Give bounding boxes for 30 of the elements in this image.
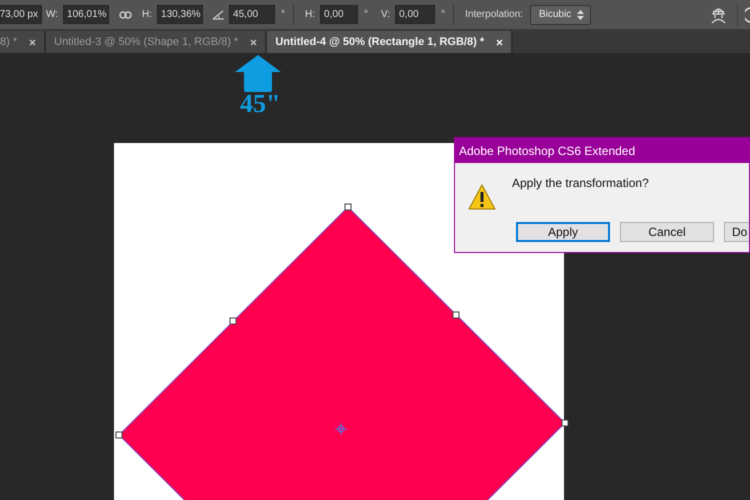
dialog-button[interactable]: Do [724,222,749,242]
height-label: H: [142,9,152,20]
dialog-message: Apply the transformation? [512,176,649,190]
degree-unit: ° [441,9,446,20]
link-icon[interactable] [119,10,132,18]
vertical-skew-label: V: [381,9,390,20]
close-icon[interactable] [29,38,36,46]
width-label: W: [46,9,58,20]
degree-unit: ° [281,9,286,20]
angle-field[interactable]: 45,00 [229,5,276,24]
horizontal-skew-label: H: [305,9,316,20]
horizontal-skew-field[interactable]: 0,00 [320,5,358,24]
vertical-skew-field[interactable]: 0,00 [395,5,436,24]
interpolation-dropdown[interactable]: Bicubic [530,4,591,24]
angle-annotation: 45" [240,89,280,119]
warning-icon [468,184,496,210]
dialog-button[interactable]: Apply [516,222,610,242]
interpolation-label: Interpolation: [465,9,523,20]
document-tab[interactable]: Untitled-4 @ 50% (Rectangle 1, RGB/8) * [267,31,514,53]
x-field[interactable]: 73,00 px [0,5,42,24]
angle-icon [212,10,226,20]
warp-icon[interactable] [710,6,727,24]
degree-unit: ° [364,9,368,20]
height-field[interactable]: 130,36% [157,5,204,24]
width-field[interactable]: 106,01% [63,5,110,24]
dialog-title: Adobe Photoshop CS6 Extended [455,138,749,163]
dialog-button[interactable]: Cancel [620,222,714,242]
up-arrow-icon [235,55,281,92]
up-down-arrows-icon [576,10,584,20]
close-icon[interactable] [250,38,258,46]
